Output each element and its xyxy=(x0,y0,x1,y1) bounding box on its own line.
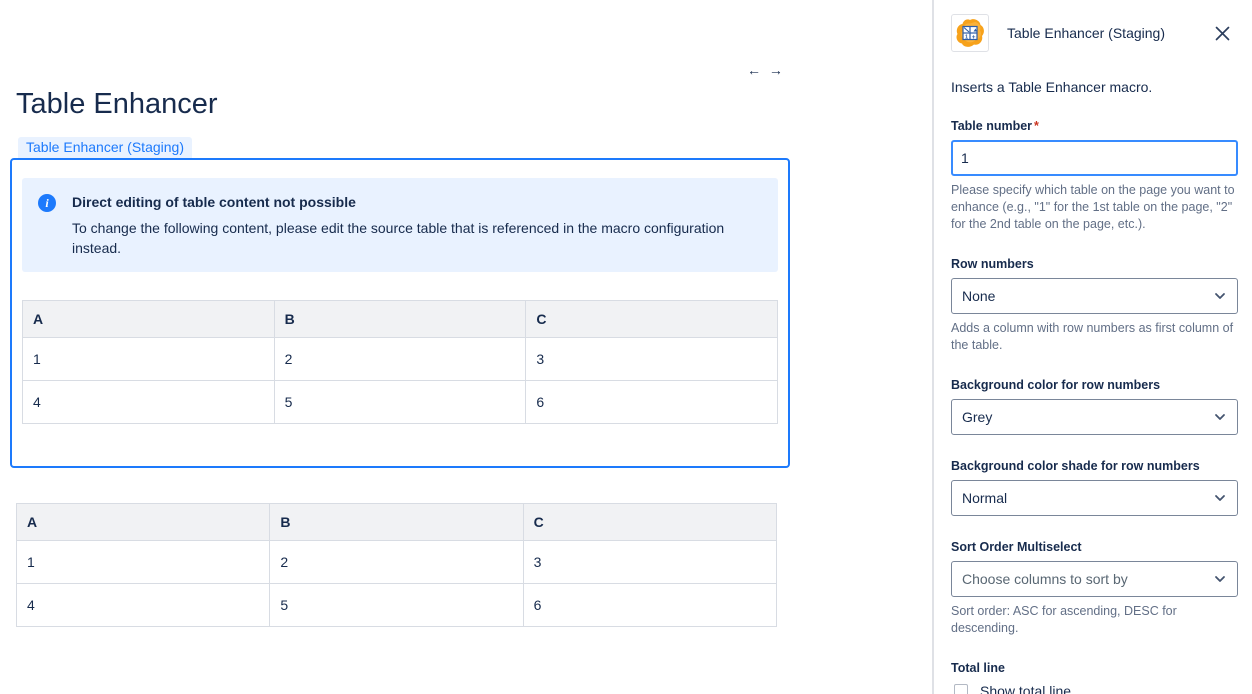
page-root: ← → Table Enhancer Table Enhancer (Stagi… xyxy=(0,0,1252,694)
chevron-down-icon xyxy=(1213,572,1227,586)
label-text: Table number xyxy=(951,119,1032,133)
column-header: B xyxy=(270,504,523,541)
selected-value: Normal xyxy=(962,490,1007,506)
table-cell: 6 xyxy=(523,584,776,627)
row-numbers-help: Adds a column with row numbers as first … xyxy=(951,320,1241,354)
table-cell: 5 xyxy=(270,584,523,627)
checkbox-label: Show total line xyxy=(980,683,1071,694)
info-icon: i xyxy=(38,194,56,212)
table-row: 1 2 3 xyxy=(23,338,778,381)
close-icon xyxy=(1213,24,1232,43)
table-cell: 2 xyxy=(274,338,526,381)
field-label-bg-shade: Background color shade for row numbers xyxy=(951,459,1236,473)
chevron-down-icon xyxy=(1213,491,1227,505)
select-placeholder: Choose columns to sort by xyxy=(962,571,1128,587)
row-numbers-select[interactable]: None xyxy=(951,278,1238,314)
table-cell: 4 xyxy=(17,584,270,627)
selected-value: None xyxy=(962,288,995,304)
source-table[interactable]: A B C 1 2 3 4 5 6 xyxy=(16,503,777,627)
table-header-row: A B C xyxy=(17,504,777,541)
bg-color-select[interactable]: Grey xyxy=(951,399,1238,435)
svg-text:1: 1 xyxy=(965,35,968,41)
chevron-down-icon xyxy=(1213,410,1227,424)
info-panel-body: To change the following content, please … xyxy=(72,218,762,258)
table-number-input[interactable] xyxy=(951,140,1238,176)
macro-preview-table: A B C 1 2 3 4 5 6 xyxy=(22,300,778,424)
table-enhancer-macro-icon: 1 + xyxy=(951,14,989,52)
macro-chip[interactable]: Table Enhancer (Staging) xyxy=(18,137,192,158)
table-cell: 3 xyxy=(526,338,778,381)
show-total-line-checkbox-row[interactable]: Show total line xyxy=(951,683,1236,694)
column-header: C xyxy=(526,301,778,338)
panel-resize-icon[interactable]: ← → xyxy=(747,62,785,78)
column-header: A xyxy=(17,504,270,541)
chevron-down-icon xyxy=(1213,289,1227,303)
info-panel-title: Direct editing of table content not poss… xyxy=(72,192,762,212)
field-label-table-number: Table number* xyxy=(951,119,1236,133)
show-total-line-checkbox[interactable] xyxy=(954,684,968,694)
field-label-total-line: Total line xyxy=(951,661,1236,675)
table-cell: 3 xyxy=(523,541,776,584)
table-cell: 2 xyxy=(270,541,523,584)
column-header: B xyxy=(274,301,526,338)
bg-shade-select[interactable]: Normal xyxy=(951,480,1238,516)
panel-header: 1 + Table Enhancer (Staging) xyxy=(951,14,1236,52)
table-row: 4 5 6 xyxy=(17,584,777,627)
table-row: 4 5 6 xyxy=(23,381,778,424)
macro-config-panel: 1 + Table Enhancer (Staging) Inserts a T… xyxy=(932,0,1252,694)
required-marker: * xyxy=(1034,119,1039,133)
table-cell: 6 xyxy=(526,381,778,424)
panel-title: Table Enhancer (Staging) xyxy=(1007,25,1165,41)
table-cell: 1 xyxy=(23,338,275,381)
sort-order-multiselect[interactable]: Choose columns to sort by xyxy=(951,561,1238,597)
editor-content: ← → Table Enhancer Table Enhancer (Stagi… xyxy=(0,0,932,694)
table-header-row: A B C xyxy=(23,301,778,338)
column-header: C xyxy=(523,504,776,541)
sort-order-help: Sort order: ASC for ascending, DESC for … xyxy=(951,603,1241,637)
column-header: A xyxy=(23,301,275,338)
macro-description: Inserts a Table Enhancer macro. xyxy=(951,79,1236,95)
table-number-help: Please specify which table on the page y… xyxy=(951,182,1241,233)
table-cell: 4 xyxy=(23,381,275,424)
selected-value: Grey xyxy=(962,409,992,425)
close-panel-button[interactable] xyxy=(1211,22,1234,45)
field-label-sort-order: Sort Order Multiselect xyxy=(951,540,1236,554)
page-title: Table Enhancer xyxy=(16,88,932,121)
svg-text:+: + xyxy=(972,34,976,41)
field-label-row-numbers: Row numbers xyxy=(951,257,1236,271)
info-panel: i Direct editing of table content not po… xyxy=(22,178,778,272)
table-cell: 5 xyxy=(274,381,526,424)
field-label-bg-color: Background color for row numbers xyxy=(951,378,1236,392)
table-cell: 1 xyxy=(17,541,270,584)
selected-macro-frame[interactable]: i Direct editing of table content not po… xyxy=(10,158,790,468)
table-row: 1 2 3 xyxy=(17,541,777,584)
